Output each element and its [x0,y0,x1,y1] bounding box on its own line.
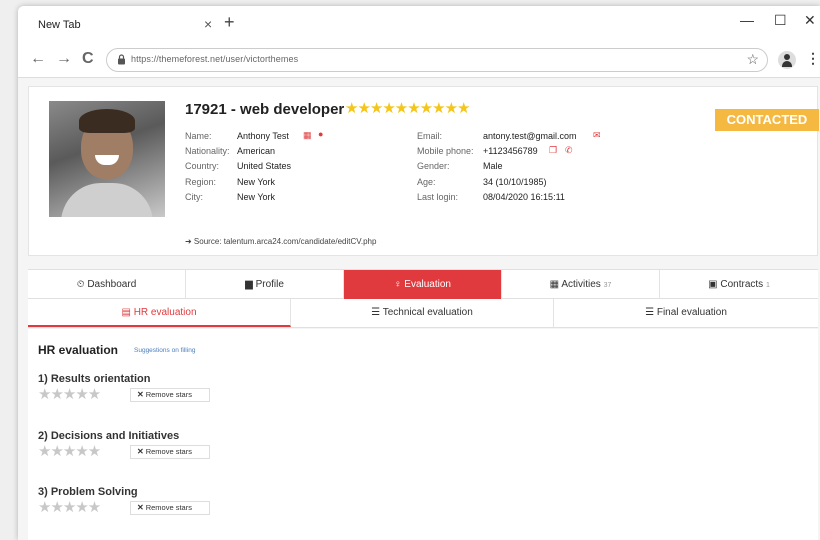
maximize-button[interactable]: ☐ [774,12,787,29]
reload-button[interactable]: C [82,50,94,68]
nationality-label: Nationality: [185,146,230,156]
evaluation-icon: ♀ [394,279,402,290]
browser-toolbar: ← → C https://themeforest.net/user/victo… [18,42,820,78]
hr-evaluation-panel: HR evaluation Suggestions on filling 1) … [28,329,818,540]
close-icon: ✕ [137,503,144,512]
lock-icon [118,54,125,65]
profile-avatar-icon[interactable] [778,51,796,69]
criterion-title: 3) Problem Solving [38,486,138,498]
candidate-card: 17921 - web developer ★★★★★★★★★★ CONTACT… [28,86,819,256]
tab-label: Dashboard [87,279,137,290]
dashboard-icon: ⏲ [76,279,85,290]
profile-icon: ▆ [245,279,253,290]
forward-button[interactable]: → [56,50,72,68]
new-tab-button[interactable]: + [224,12,235,33]
age-label: Age: [417,177,436,187]
subtab-technical-evaluation[interactable]: ☰ Technical evaluation [291,299,554,327]
subtab-label: HR evaluation [133,307,197,318]
mobile-value[interactable]: +1123456789 [483,146,538,156]
remove-stars-button[interactable]: ✕ Remove stars [130,445,210,459]
suggestions-link[interactable]: Suggestions on filling [134,347,195,354]
main-tabs: ⏲ Dashboard ▆ Profile ♀ Evaluation ▦ Act… [28,269,818,299]
criterion-title: 2) Decisions and Initiatives [38,430,180,442]
subtab-label: Technical evaluation [382,307,473,318]
candidate-rating-stars: ★★★★★★★★★★ [345,100,470,117]
url-text: https://themeforest.net/user/victortheme… [131,54,299,64]
tab-label: Profile [255,279,284,290]
phone-icon[interactable]: ✆ [565,145,573,156]
minimize-button[interactable]: — [740,12,754,28]
subtab-final-evaluation[interactable]: ☰ Final evaluation [554,299,818,327]
list-icon: ☰ [371,307,381,318]
remove-stars-label: Remove stars [145,447,192,456]
name-label: Name: [185,131,212,141]
region-label: Region: [185,177,217,187]
age-value: 34 (10/10/1985) [483,177,547,187]
city-label: City: [185,192,203,202]
page-content: 17921 - web developer ★★★★★★★★★★ CONTACT… [18,78,820,540]
evaluation-subtabs: ▤ HR evaluation ☰ Technical evaluation ☰… [28,299,818,328]
city-value: New York [237,192,276,202]
contracts-count: 1 [765,282,770,289]
last-login-value: 08/04/2020 16:15:11 [483,192,565,202]
name-value: Anthony Test [237,131,289,141]
close-icon: ✕ [137,390,144,399]
subtab-hr-evaluation[interactable]: ▤ HR evaluation [28,299,291,327]
nationality-value: American [237,146,276,156]
tab-dashboard[interactable]: ⏲ Dashboard [28,270,186,299]
last-login-label: Last login: [417,192,459,202]
bookmark-star-icon[interactable]: ☆ [746,51,759,68]
country-label: Country: [185,161,220,171]
email-value[interactable]: antony.test@gmail.com [483,131,577,141]
tab-label: Contracts [720,279,764,290]
browser-window: New Tab × + — ☐ ✕ ← → C https://themefor… [18,6,820,540]
close-icon: ✕ [137,447,144,456]
list-icon: ☰ [645,307,655,318]
address-bar[interactable]: https://themeforest.net/user/victortheme… [106,48,768,72]
criterion-stars[interactable]: ★★★★★ [38,385,101,403]
tab-strip: New Tab × + — ☐ ✕ [18,6,820,42]
tab-label: Evaluation [404,279,451,290]
tab-label: Activities [561,279,601,290]
criterion-title: 1) Results orientation [38,373,151,385]
list-icon: ▤ [121,307,131,318]
remove-stars-button[interactable]: ✕ Remove stars [130,388,210,402]
remove-stars-label: Remove stars [145,503,192,512]
criterion-stars[interactable]: ★★★★★ [38,498,101,516]
candidate-title: 17921 - web developer [185,101,345,118]
remove-stars-label: Remove stars [145,390,192,399]
region-value: New York [237,177,276,187]
subtab-label: Final evaluation [656,307,727,318]
close-window-button[interactable]: ✕ [804,12,816,29]
tab-evaluation[interactable]: ♀ Evaluation [344,270,502,299]
browser-menu-icon[interactable]: ⋮ [806,50,820,67]
tab-title: New Tab [38,19,81,31]
chat-icon[interactable]: ● [318,129,323,139]
criterion-stars[interactable]: ★★★★★ [38,442,101,460]
remove-stars-button[interactable]: ✕ Remove stars [130,501,210,515]
contracts-icon: ▣ [708,279,718,290]
gender-value: Male [483,161,503,171]
tab-close-icon[interactable]: × [204,16,212,32]
calendar-icon[interactable]: ▦ [303,130,312,141]
tab-activities[interactable]: ▦ Activities 37 [502,270,660,299]
tab-contracts[interactable]: ▣ Contracts 1 [660,270,818,299]
source-link[interactable]: ➜ Source: talentum.arca24.com/candidate/… [185,237,376,246]
back-button[interactable]: ← [30,50,46,68]
country-value: United States [237,161,292,171]
calendar-icon: ▦ [549,279,560,290]
browser-tab[interactable]: New Tab × [24,10,234,42]
candidate-photo [49,101,165,217]
mobile-label: Mobile phone: [417,146,474,156]
status-badge: CONTACTED [715,109,819,131]
mail-icon[interactable]: ✉ [593,130,601,141]
gender-label: Gender: [417,161,450,171]
tab-profile[interactable]: ▆ Profile [186,270,344,299]
copy-icon[interactable]: ❐ [549,145,557,156]
panel-title: HR evaluation [38,343,119,357]
email-label: Email: [417,131,443,141]
activities-count: 37 [603,282,612,289]
